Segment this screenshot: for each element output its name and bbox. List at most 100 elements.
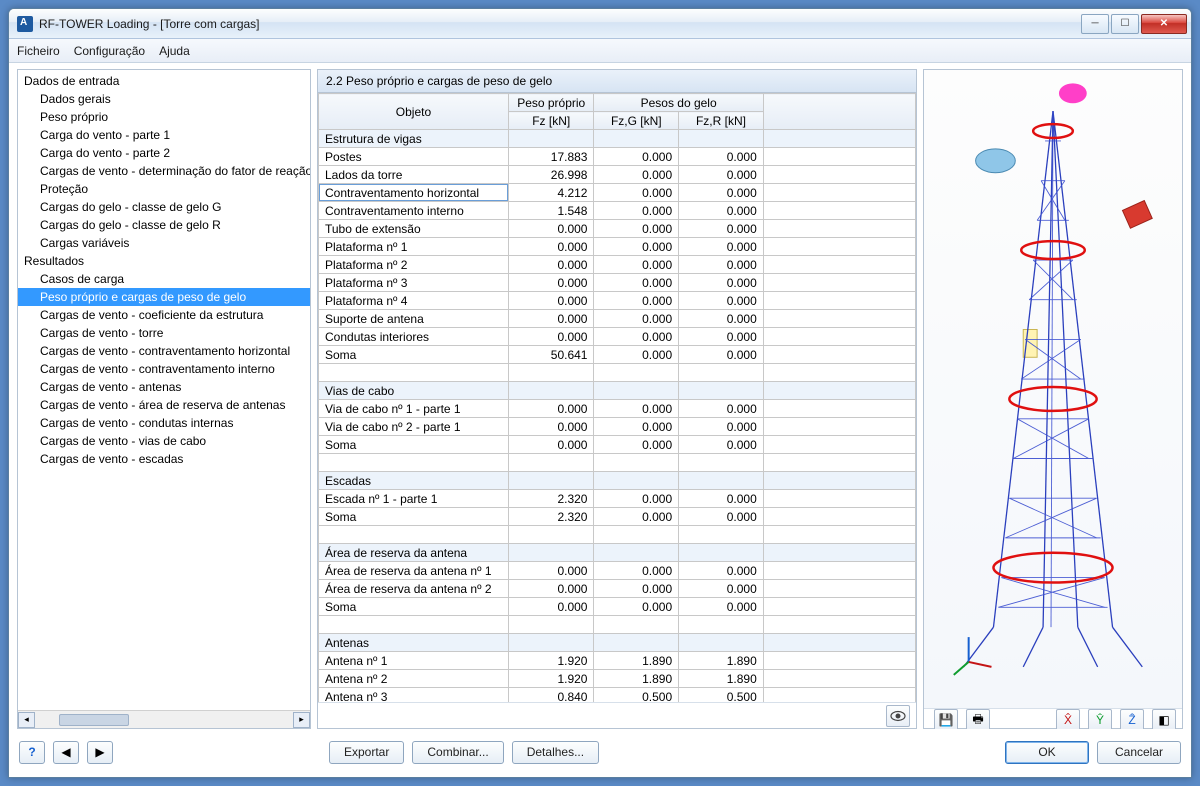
model-viewer[interactable] xyxy=(924,70,1182,708)
tree-item[interactable]: Cargas do gelo - classe de gelo R xyxy=(18,216,310,234)
tree-hscrollbar[interactable]: ◂ ▸ xyxy=(18,710,310,728)
details-button[interactable]: Detalhes... xyxy=(512,741,599,764)
row-label[interactable]: Plataforma nº 2 xyxy=(319,256,509,274)
row-label[interactable]: Via de cabo nº 2 - parte 1 xyxy=(319,418,509,436)
cell xyxy=(763,364,915,382)
combine-button[interactable]: Combinar... xyxy=(412,741,503,764)
cell xyxy=(763,616,915,634)
tree-item[interactable]: Dados gerais xyxy=(18,90,310,108)
tree-item[interactable]: Cargas variáveis xyxy=(18,234,310,252)
cancel-button[interactable]: Cancelar xyxy=(1097,741,1181,764)
tree-root-input[interactable]: Dados de entrada xyxy=(18,72,310,90)
row-label[interactable]: Lados da torre xyxy=(319,166,509,184)
cell xyxy=(763,166,915,184)
maximize-button[interactable]: ☐ xyxy=(1111,14,1139,34)
tree-item[interactable]: Cargas de vento - vias de cabo xyxy=(18,432,310,450)
row-label[interactable]: Contraventamento horizontal xyxy=(319,184,509,202)
cell xyxy=(319,364,509,382)
tree-item[interactable]: Cargas de vento - coeficiente da estrutu… xyxy=(18,306,310,324)
view-z-button[interactable]: Ẑ xyxy=(1120,709,1144,729)
cell xyxy=(508,616,594,634)
tree-item[interactable]: Cargas do gelo - classe de gelo G xyxy=(18,198,310,216)
row-label[interactable]: Plataforma nº 1 xyxy=(319,238,509,256)
minimize-button[interactable]: ─ xyxy=(1081,14,1109,34)
tree-item[interactable]: Cargas de vento - condutas internas xyxy=(18,414,310,432)
row-label[interactable]: Tubo de extensão xyxy=(319,220,509,238)
cell-fz: 0.000 xyxy=(508,310,594,328)
cell xyxy=(679,130,764,148)
close-button[interactable]: ✕ xyxy=(1141,14,1187,34)
row-label[interactable]: Postes xyxy=(319,148,509,166)
cell-fzr: 0.000 xyxy=(679,598,764,616)
cell-fzg: 0.000 xyxy=(594,148,679,166)
menu-file[interactable]: Ficheiro xyxy=(17,44,60,58)
cell-fzg: 0.500 xyxy=(594,688,679,703)
view-x-button[interactable]: X̂ xyxy=(1056,709,1080,729)
tree-item[interactable]: Cargas de vento - área de reserva de ant… xyxy=(18,396,310,414)
tree-item[interactable]: Carga do vento - parte 1 xyxy=(18,126,310,144)
cell-fzg: 0.000 xyxy=(594,346,679,364)
tree-item[interactable]: Carga do vento - parte 2 xyxy=(18,144,310,162)
view-y-button[interactable]: Ŷ xyxy=(1088,709,1112,729)
cell-fz: 0.000 xyxy=(508,436,594,454)
tree-item[interactable]: Casos de carga xyxy=(18,270,310,288)
prev-button[interactable]: ◀ xyxy=(53,741,79,764)
row-label[interactable]: Área de reserva da antena nº 1 xyxy=(319,562,509,580)
row-label[interactable]: Plataforma nº 3 xyxy=(319,274,509,292)
tree-item[interactable]: Peso próprio e cargas de peso de gelo xyxy=(18,288,310,306)
cell xyxy=(594,526,679,544)
cell-fz: 0.000 xyxy=(508,598,594,616)
eye-icon xyxy=(890,710,906,722)
ok-button[interactable]: OK xyxy=(1005,741,1089,764)
cell-fzr: 0.000 xyxy=(679,220,764,238)
row-label[interactable]: Antena nº 2 xyxy=(319,670,509,688)
tree-item[interactable]: Cargas de vento - torre xyxy=(18,324,310,342)
visibility-toggle-button[interactable] xyxy=(886,705,910,727)
cell xyxy=(319,526,509,544)
cell-fz: 0.000 xyxy=(508,418,594,436)
row-label[interactable]: Antena nº 3 xyxy=(319,688,509,703)
cell-fzr: 0.000 xyxy=(679,292,764,310)
next-button[interactable]: ▶ xyxy=(87,741,113,764)
row-label[interactable]: Soma xyxy=(319,598,509,616)
nav-tree[interactable]: Dados de entrada Dados geraisPeso própri… xyxy=(18,70,310,710)
export-button[interactable]: Exportar xyxy=(329,741,404,764)
tree-item[interactable]: Cargas de vento - antenas xyxy=(18,378,310,396)
tree-item[interactable]: Proteção xyxy=(18,180,310,198)
row-label[interactable]: Soma xyxy=(319,508,509,526)
cell xyxy=(763,292,915,310)
cell-fzr: 0.000 xyxy=(679,274,764,292)
row-label[interactable]: Condutas interiores xyxy=(319,328,509,346)
cell xyxy=(763,598,915,616)
help-icon: ? xyxy=(28,745,35,759)
tree-item[interactable]: Cargas de vento - contraventamento inter… xyxy=(18,360,310,378)
tree-item[interactable]: Cargas de vento - escadas xyxy=(18,450,310,468)
results-table[interactable]: Objeto Peso próprio Pesos do gelo Fz [kN… xyxy=(318,93,916,702)
row-label[interactable]: Soma xyxy=(319,436,509,454)
axis-x-icon: X̂ xyxy=(1064,713,1072,727)
row-label[interactable]: Escada nº 1 - parte 1 xyxy=(319,490,509,508)
tree-item[interactable]: Cargas de vento - contraventamento horiz… xyxy=(18,342,310,360)
row-label[interactable]: Antena nº 1 xyxy=(319,652,509,670)
view-iso-button[interactable]: ◧ xyxy=(1152,709,1176,729)
row-label[interactable]: Plataforma nº 4 xyxy=(319,292,509,310)
menu-help[interactable]: Ajuda xyxy=(159,44,190,58)
menu-config[interactable]: Configuração xyxy=(74,44,145,58)
view-print-button[interactable]: 🖶 xyxy=(966,709,990,729)
cell xyxy=(679,382,764,400)
tree-item[interactable]: Cargas de vento - determinação do fator … xyxy=(18,162,310,180)
help-button[interactable]: ? xyxy=(19,741,45,764)
row-label[interactable]: Contraventamento interno xyxy=(319,202,509,220)
tree-item[interactable]: Peso próprio xyxy=(18,108,310,126)
cell xyxy=(508,364,594,382)
row-label[interactable]: Via de cabo nº 1 - parte 1 xyxy=(319,400,509,418)
section-header: Estrutura de vigas xyxy=(319,130,509,148)
cell-fzr: 1.890 xyxy=(679,670,764,688)
row-label[interactable]: Área de reserva da antena nº 2 xyxy=(319,580,509,598)
row-label[interactable]: Soma xyxy=(319,346,509,364)
view-save-button[interactable]: 💾 xyxy=(934,709,958,729)
cell-fzr: 0.000 xyxy=(679,310,764,328)
row-label[interactable]: Suporte de antena xyxy=(319,310,509,328)
col-fzr: Fz,R [kN] xyxy=(679,112,764,130)
tree-root-results[interactable]: Resultados xyxy=(18,252,310,270)
